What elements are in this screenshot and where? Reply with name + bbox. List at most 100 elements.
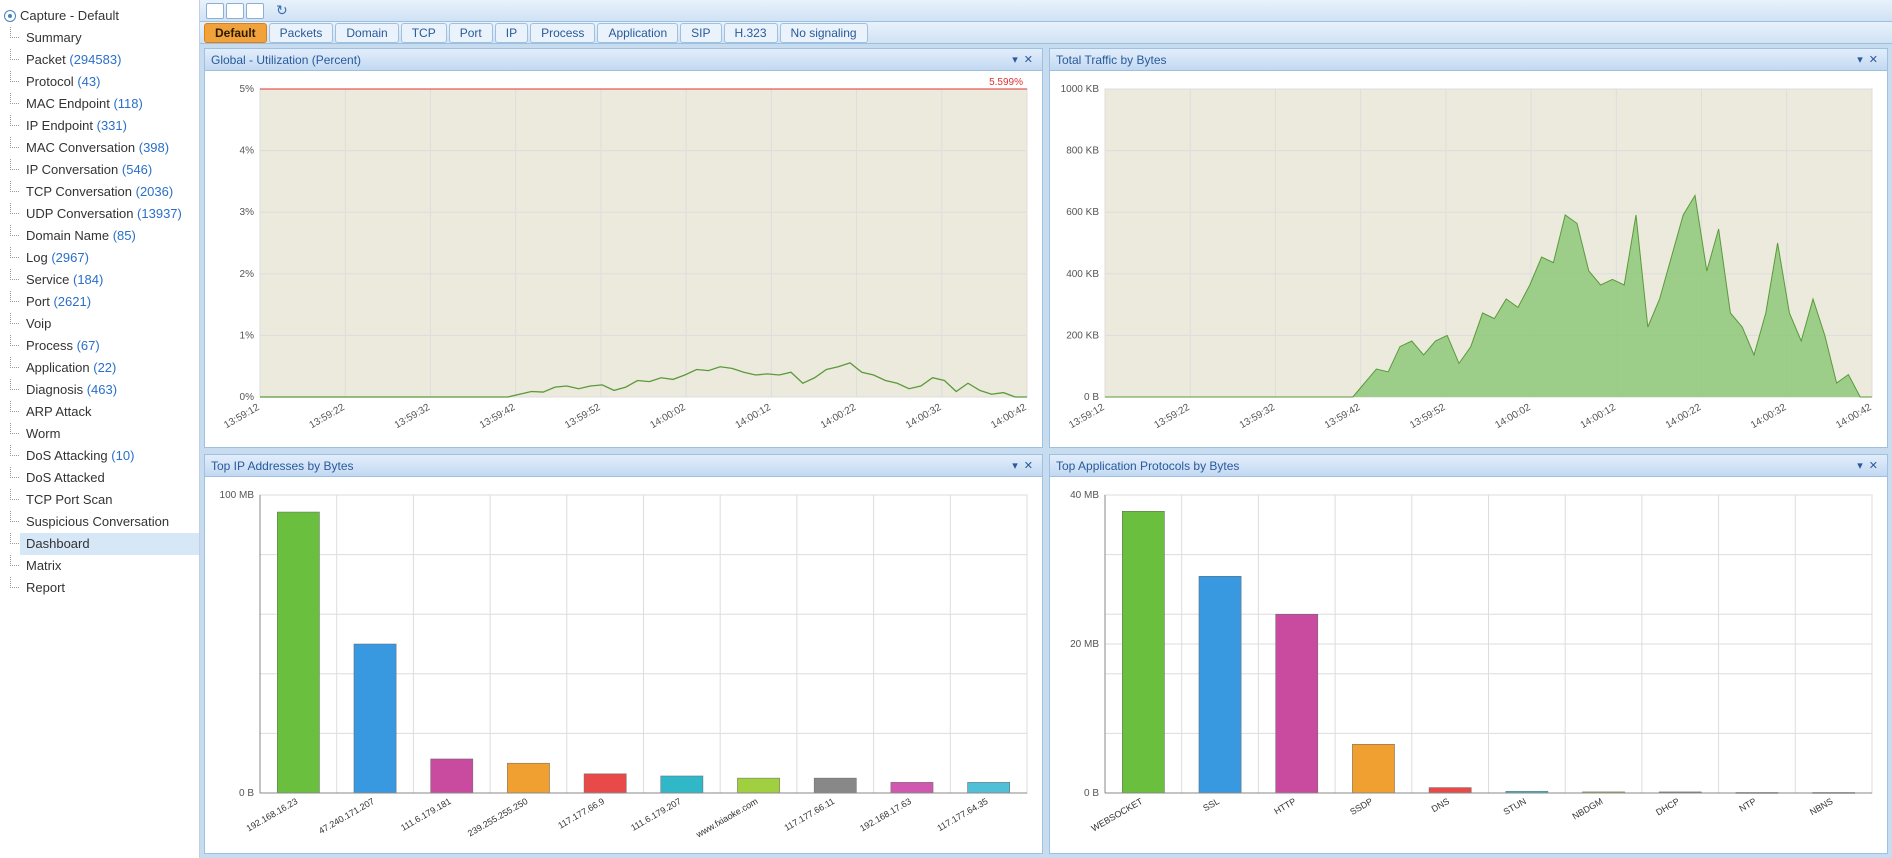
sidebar-item-ip-conversation[interactable]: IP Conversation (546) <box>20 159 199 181</box>
svg-text:13:59:32: 13:59:32 <box>1238 402 1278 431</box>
sidebar-item-protocol[interactable]: Protocol (43) <box>20 71 199 93</box>
tab-sip[interactable]: SIP <box>680 23 721 43</box>
panel-top-ip: Top IP Addresses by Bytes ▾ ✕ 0 B100 MB1… <box>204 454 1043 854</box>
sidebar-item-mac-endpoint[interactable]: MAC Endpoint (118) <box>20 93 199 115</box>
tab-application[interactable]: Application <box>597 23 678 43</box>
sidebar-item-voip[interactable]: Voip <box>20 313 199 335</box>
panel-menu-icon[interactable]: ▾ <box>1009 459 1021 472</box>
sidebar-item-udp-conversation[interactable]: UDP Conversation (13937) <box>20 203 199 225</box>
sidebar-item-tcp-port-scan[interactable]: TCP Port Scan <box>20 489 199 511</box>
svg-text:NTP: NTP <box>1737 796 1758 814</box>
svg-text:192.168.17.63: 192.168.17.63 <box>858 796 913 833</box>
tab-tcp[interactable]: TCP <box>401 23 447 43</box>
panel-menu-icon[interactable]: ▾ <box>1854 459 1866 472</box>
tab-process[interactable]: Process <box>530 23 595 43</box>
sidebar-item-dos-attacked[interactable]: DoS Attacked <box>20 467 199 489</box>
svg-text:5%: 5% <box>240 84 255 95</box>
sidebar-item-ip-endpoint[interactable]: IP Endpoint (331) <box>20 115 199 137</box>
sidebar-item-count: (398) <box>139 140 169 155</box>
svg-text:0%: 0% <box>240 392 255 403</box>
sidebar-item-summary[interactable]: Summary <box>20 27 199 49</box>
sidebar-item-count: (85) <box>113 228 136 243</box>
sidebar-item-count: (331) <box>97 118 127 133</box>
svg-text:111.6.179.181: 111.6.179.181 <box>399 796 453 833</box>
sidebar-item-diagnosis[interactable]: Diagnosis (463) <box>20 379 199 401</box>
tab-h-323[interactable]: H.323 <box>724 23 778 43</box>
tab-port[interactable]: Port <box>449 23 493 43</box>
svg-text:2%: 2% <box>240 269 255 280</box>
top-app-chart: 0 B20 MB40 MBWEBSOCKETSSLHTTPSSDPDNSSTUN… <box>1050 477 1887 853</box>
sidebar-item-mac-conversation[interactable]: MAC Conversation (398) <box>20 137 199 159</box>
svg-text:14:00:42: 14:00:42 <box>1834 402 1874 431</box>
panel-menu-icon[interactable]: ▾ <box>1854 53 1866 66</box>
sidebar-item-label: Service <box>26 272 69 287</box>
sidebar-item-dashboard[interactable]: Dashboard <box>20 533 199 555</box>
sidebar-item-application[interactable]: Application (22) <box>20 357 199 379</box>
svg-text:NBDGM: NBDGM <box>1571 796 1605 821</box>
svg-text:www.fxiaoke.com: www.fxiaoke.com <box>693 796 759 840</box>
panel-menu-icon[interactable]: ▾ <box>1009 53 1021 66</box>
sidebar-item-report[interactable]: Report <box>20 577 199 599</box>
dashboard-tabs: DefaultPacketsDomainTCPPortIPProcessAppl… <box>200 22 1892 44</box>
svg-text:239.255.255.250: 239.255.255.250 <box>466 796 530 838</box>
sidebar-item-label: Log <box>26 250 48 265</box>
top-ip-chart: 0 B100 MB192.168.16.2347.240.171.207111.… <box>205 477 1042 853</box>
toolbar: ↻ <box>200 0 1892 22</box>
sidebar-item-count: (2967) <box>51 250 89 265</box>
sidebar-item-label: IP Conversation <box>26 162 118 177</box>
tab-domain[interactable]: Domain <box>335 23 398 43</box>
svg-text:DHCP: DHCP <box>1654 796 1681 817</box>
tab-ip[interactable]: IP <box>495 23 528 43</box>
traffic-chart: 0 B200 KB400 KB600 KB800 KB1000 KB13:59:… <box>1050 71 1887 447</box>
svg-text:117.177.66.9: 117.177.66.9 <box>556 796 606 831</box>
sidebar-item-dos-attacking[interactable]: DoS Attacking (10) <box>20 445 199 467</box>
svg-text:1000 KB: 1000 KB <box>1061 84 1100 95</box>
svg-text:0 B: 0 B <box>1084 392 1099 403</box>
svg-text:WEBSOCKET: WEBSOCKET <box>1090 796 1145 834</box>
svg-text:NBNS: NBNS <box>1808 796 1835 817</box>
sidebar-item-worm[interactable]: Worm <box>20 423 199 445</box>
tree-root[interactable]: Capture - Default <box>0 6 199 25</box>
layout-3-button[interactable] <box>246 3 264 19</box>
panel-close-icon[interactable]: ✕ <box>1866 53 1881 66</box>
sidebar-item-label: Dashboard <box>26 536 90 551</box>
sidebar-item-label: Application <box>26 360 90 375</box>
svg-text:20 MB: 20 MB <box>1070 639 1099 650</box>
layout-1-button[interactable] <box>206 3 224 19</box>
sidebar-item-log[interactable]: Log (2967) <box>20 247 199 269</box>
sidebar-item-service[interactable]: Service (184) <box>20 269 199 291</box>
svg-text:14:00:32: 14:00:32 <box>904 402 944 431</box>
panel-close-icon[interactable]: ✕ <box>1021 53 1036 66</box>
sidebar-item-label: TCP Conversation <box>26 184 132 199</box>
sidebar-item-tcp-conversation[interactable]: TCP Conversation (2036) <box>20 181 199 203</box>
sidebar-item-count: (184) <box>73 272 103 287</box>
panel-close-icon[interactable]: ✕ <box>1021 459 1036 472</box>
sidebar-item-process[interactable]: Process (67) <box>20 335 199 357</box>
panel-close-icon[interactable]: ✕ <box>1866 459 1881 472</box>
sidebar-item-arp-attack[interactable]: ARP Attack <box>20 401 199 423</box>
tab-default[interactable]: Default <box>204 23 267 43</box>
sidebar-item-label: UDP Conversation <box>26 206 133 221</box>
sidebar-item-label: Packet <box>26 52 66 67</box>
sidebar-item-matrix[interactable]: Matrix <box>20 555 199 577</box>
tab-no-signaling[interactable]: No signaling <box>780 23 868 43</box>
svg-text:14:00:02: 14:00:02 <box>1493 402 1533 431</box>
svg-text:0 B: 0 B <box>239 788 254 799</box>
sidebar-item-label: Process <box>26 338 73 353</box>
tab-packets[interactable]: Packets <box>269 23 334 43</box>
sidebar-item-label: Summary <box>26 30 82 45</box>
svg-text:13:59:22: 13:59:22 <box>308 402 348 431</box>
svg-text:40 MB: 40 MB <box>1070 490 1099 501</box>
sidebar-item-count: (22) <box>93 360 116 375</box>
layout-2-button[interactable] <box>226 3 244 19</box>
sidebar-item-port[interactable]: Port (2621) <box>20 291 199 313</box>
svg-text:100 MB: 100 MB <box>220 490 255 501</box>
sidebar-item-domain-name[interactable]: Domain Name (85) <box>20 225 199 247</box>
sidebar-item-label: MAC Conversation <box>26 140 135 155</box>
refresh-icon[interactable]: ↻ <box>276 3 294 19</box>
sidebar-item-packet[interactable]: Packet (294583) <box>20 49 199 71</box>
sidebar-item-label: IP Endpoint <box>26 118 93 133</box>
sidebar-item-label: Voip <box>26 316 51 331</box>
panel-utilization: Global - Utilization (Percent) ▾ ✕ 0%1%2… <box>204 48 1043 448</box>
sidebar-item-suspicious-conversation[interactable]: Suspicious Conversation <box>20 511 199 533</box>
